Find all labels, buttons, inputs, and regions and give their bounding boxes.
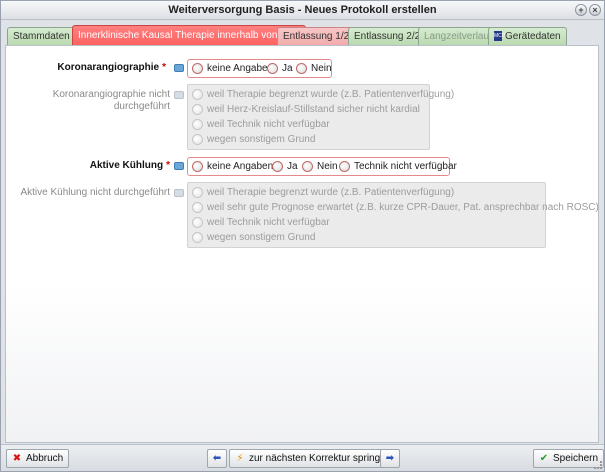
kuehlung-not-done-label: Aktive Kühlung nicht durchgeführt bbox=[20, 187, 170, 198]
required-marker: * bbox=[162, 62, 166, 73]
koronarangiographie-label: Koronarangiographie * bbox=[57, 62, 166, 73]
radio-button[interactable] bbox=[267, 63, 278, 74]
koronar-not-done-options: weil Therapie begrenzt wurde (z.B. Patie… bbox=[187, 84, 454, 150]
tab-langzeitverlauf: Langzeitverlauf bbox=[418, 27, 498, 46]
comment-icon bbox=[174, 91, 184, 99]
tab-label: Stammdaten bbox=[13, 31, 70, 42]
tab-label: Gerätedaten bbox=[505, 31, 561, 42]
radio-button bbox=[192, 187, 203, 198]
pin-icon[interactable]: + bbox=[575, 4, 587, 16]
title-bar: Weiterversorgung Basis - Neues Protokoll… bbox=[1, 1, 604, 20]
previous-button[interactable]: ⬅ bbox=[207, 449, 227, 468]
next-correction-button[interactable]: ⚡ zur nächsten Korrektur springen bbox=[229, 449, 398, 468]
radio-button[interactable] bbox=[296, 63, 307, 74]
koronar-not-done-label: Koronarangiographie nicht durchgeführt bbox=[52, 89, 170, 112]
button-bar: ✖ Abbruch ⬅ ⚡ zur nächsten Korrektur sprin… bbox=[1, 444, 605, 471]
radio-button bbox=[192, 134, 203, 145]
arrow-left-icon: ⬅ bbox=[212, 453, 222, 464]
tab-stammdaten[interactable]: Stammdaten bbox=[7, 27, 76, 46]
dialog-window: Weiterversorgung Basis - Neues Protokoll… bbox=[0, 0, 605, 472]
radio-button[interactable] bbox=[272, 161, 283, 172]
comment-icon[interactable] bbox=[174, 162, 184, 170]
tab-label: Langzeitverlauf bbox=[424, 31, 492, 42]
kuehlung-not-done-options: weil Therapie begrenzt wurde (z.B. Patie… bbox=[187, 182, 599, 248]
koronarangiographie-options: keine Angabe Ja Nein bbox=[187, 59, 332, 78]
window-title: Weiterversorgung Basis - Neues Protokoll… bbox=[168, 4, 437, 16]
lightning-icon: ⚡ bbox=[236, 453, 244, 464]
arrow-right-icon: ➡ bbox=[385, 453, 395, 464]
radio-button[interactable] bbox=[192, 161, 203, 172]
cancel-button[interactable]: ✖ Abbruch bbox=[6, 449, 70, 468]
resize-grip[interactable] bbox=[594, 461, 602, 469]
form-panel: Koronarangiographie * keine Angabe Ja Nei… bbox=[5, 45, 599, 443]
radio-button bbox=[192, 217, 203, 228]
close-icon[interactable]: × bbox=[589, 4, 601, 16]
comment-icon bbox=[174, 189, 184, 197]
radio-button[interactable] bbox=[339, 161, 350, 172]
tab-label: Entlassung 2/2 bbox=[354, 31, 421, 42]
radio-button[interactable] bbox=[302, 161, 313, 172]
radio-button[interactable] bbox=[192, 63, 203, 74]
tab-label: Innerklinische Kausal Therapie innerhalb… bbox=[78, 30, 300, 41]
tab-bar: Stammdaten Innerklinische Kausal Therapi… bbox=[1, 21, 604, 46]
tab-entlassung-2[interactable]: Entlassung 2/2 bbox=[348, 27, 427, 46]
comment-icon[interactable] bbox=[174, 64, 184, 72]
tab-entlassung-1[interactable]: Entlassung 1/2 bbox=[277, 27, 356, 46]
radio-button bbox=[192, 202, 203, 213]
tab-innerklinische-kausal-therapie[interactable]: Innerklinische Kausal Therapie innerhalb… bbox=[72, 25, 306, 46]
radio-button bbox=[192, 89, 203, 100]
aktive-kuehlung-label: Aktive Kühlung * bbox=[89, 160, 170, 171]
tab-geraetedaten[interactable]: MCDGerätedaten bbox=[488, 27, 567, 46]
radio-button bbox=[192, 232, 203, 243]
radio-button bbox=[192, 119, 203, 130]
required-marker: * bbox=[166, 160, 170, 171]
aktive-kuehlung-options: keine Angaben Ja Nein Technik nicht verf… bbox=[187, 157, 457, 176]
tab-label: Entlassung 1/2 bbox=[283, 31, 350, 42]
next-button[interactable]: ➡ bbox=[380, 449, 400, 468]
checkmark-icon: ✔ bbox=[539, 453, 549, 464]
radio-button bbox=[192, 104, 203, 115]
mcd-icon: MCD bbox=[494, 31, 506, 42]
cancel-icon: ✖ bbox=[12, 453, 22, 464]
